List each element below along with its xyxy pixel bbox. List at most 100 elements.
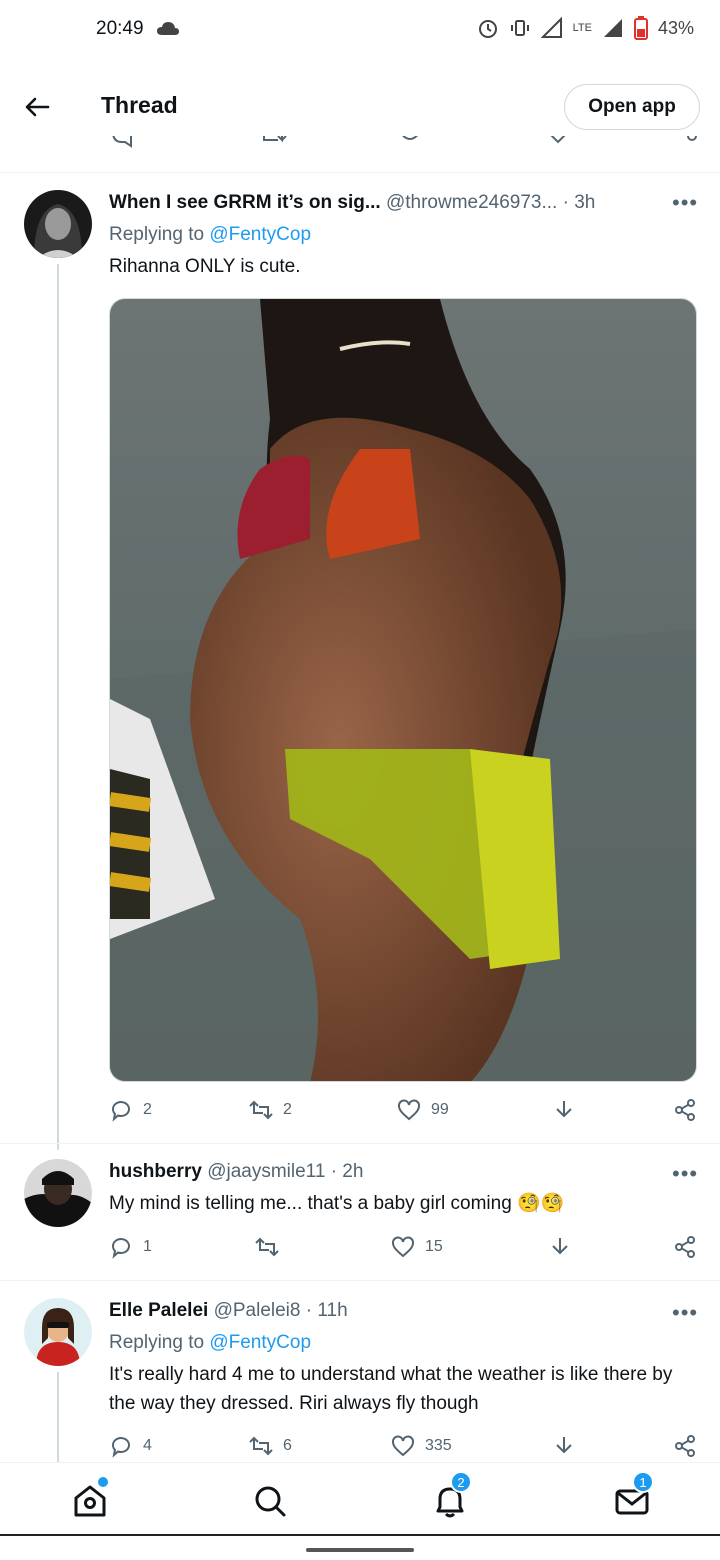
bottom-navigation: 2 1 <box>0 1462 720 1534</box>
retweet-button[interactable]: 2 <box>249 1098 292 1122</box>
back-arrow-icon[interactable] <box>22 92 52 122</box>
reply-icon[interactable] <box>110 136 134 150</box>
open-app-button[interactable]: Open app <box>564 84 700 130</box>
download-icon <box>552 1238 568 1255</box>
share-icon[interactable] <box>674 136 698 150</box>
download-button[interactable] <box>552 1098 576 1122</box>
display-name[interactable]: hushberry <box>109 1161 202 1182</box>
reply-count: 4 <box>143 1437 152 1454</box>
retweet-count: 6 <box>283 1437 292 1454</box>
retweet-button[interactable]: 6 <box>249 1434 292 1458</box>
tweet[interactable]: hushberry @jaaysmile11 · 2h ••• My mind … <box>0 1143 720 1280</box>
display-name[interactable]: Elle Palelei <box>109 1300 208 1321</box>
display-name[interactable]: When I see GRRM it’s on sig... <box>109 192 381 213</box>
replying-to-handle[interactable]: @FentyCop <box>209 1332 311 1353</box>
signal-icon-2 <box>603 19 622 37</box>
battery-level: 43% <box>657 17 694 38</box>
tweet[interactable]: Elle Palelei @Palelei8 · 11h ••• Replyin… <box>0 1280 720 1462</box>
chevron-down-icon[interactable] <box>546 136 570 148</box>
more-options-icon[interactable]: ••• <box>672 1300 698 1326</box>
thread-line <box>57 1372 59 1462</box>
retweet-icon[interactable] <box>262 136 288 150</box>
like-count: 15 <box>425 1238 443 1255</box>
like-button[interactable]: 99 <box>397 1098 449 1122</box>
tweet-actions: 2 2 99 <box>109 1098 699 1128</box>
reply-button[interactable]: 2 <box>109 1098 152 1122</box>
tweet-actions: 1 15 <box>109 1235 699 1265</box>
download-icon <box>556 1437 572 1454</box>
reply-count: 2 <box>143 1101 152 1118</box>
reply-count: 1 <box>143 1238 152 1255</box>
battery-icon <box>633 16 648 40</box>
like-count: 335 <box>425 1437 452 1454</box>
tweet-text: It's really hard 4 me to understand what… <box>109 1364 673 1414</box>
reply-icon <box>112 1437 130 1458</box>
home-icon[interactable] <box>70 1477 110 1521</box>
reply-icon <box>112 1238 130 1259</box>
tweet-actions: 4 6 335 <box>109 1434 699 1464</box>
like-button[interactable]: 335 <box>391 1434 452 1458</box>
previous-tweet-actions <box>0 136 720 156</box>
status-bar: 20:49 LTE 43% <box>0 0 720 60</box>
avatar[interactable] <box>24 190 92 258</box>
tweet-header: Elle Palelei @Palelei8 · 11h <box>109 1300 348 1322</box>
search-icon[interactable] <box>250 1481 290 1521</box>
heart-icon <box>392 1236 414 1258</box>
tweet-header: hushberry @jaaysmile11 · 2h <box>109 1161 363 1183</box>
gesture-home-bar[interactable] <box>306 1548 414 1552</box>
replying-to: Replying to @FentyCop <box>109 1332 311 1354</box>
alarm-icon <box>478 20 497 38</box>
page-title: Thread <box>101 92 178 118</box>
avatar[interactable] <box>24 1159 92 1227</box>
messages-envelope-icon[interactable]: 1 <box>612 1471 654 1521</box>
heart-icon <box>398 1099 420 1121</box>
share-icon <box>675 1435 695 1457</box>
replying-to-label: Replying to <box>109 224 205 245</box>
retweet-count: 2 <box>283 1101 292 1118</box>
retweet-icon <box>249 1100 273 1120</box>
more-options-icon[interactable]: ••• <box>672 1161 698 1187</box>
tweet-text: My mind is telling me... that's a baby g… <box>109 1193 565 1214</box>
notifications-bell-icon[interactable]: 2 <box>430 1471 472 1521</box>
network-type: LTE <box>572 22 592 34</box>
tweet[interactable]: When I see GRRM it’s on sig... @throwme2… <box>0 172 720 1150</box>
status-time: 20:49 <box>96 18 144 39</box>
app-bar: Thread Open app <box>0 66 720 146</box>
like-button[interactable]: 15 <box>391 1235 443 1259</box>
signal-icon <box>540 17 562 38</box>
timestamp[interactable]: · 3h <box>563 192 596 213</box>
notifications-badge: 2 <box>450 1471 472 1493</box>
username[interactable]: @throwme246973... <box>386 192 557 213</box>
heart-icon <box>392 1435 414 1457</box>
timestamp[interactable]: · 2h <box>331 1161 364 1182</box>
download-button[interactable] <box>552 1434 576 1458</box>
replying-to: Replying to @FentyCop <box>109 224 311 246</box>
vibrate-icon <box>510 20 529 36</box>
status-indicators: LTE 43% <box>477 16 694 40</box>
download-button[interactable] <box>548 1235 572 1259</box>
reply-icon <box>112 1101 130 1122</box>
tweet-photo[interactable] <box>109 298 697 1082</box>
reply-button[interactable]: 1 <box>109 1235 152 1259</box>
username[interactable]: @Palelei8 <box>214 1300 301 1321</box>
avatar[interactable] <box>24 1298 92 1366</box>
messages-badge: 1 <box>632 1471 654 1493</box>
replying-to-label: Replying to <box>109 1332 205 1353</box>
username[interactable]: @jaaysmile11 <box>207 1161 325 1182</box>
like-count: 99 <box>431 1101 449 1118</box>
replying-to-handle[interactable]: @FentyCop <box>209 224 311 245</box>
retweet-button[interactable] <box>255 1235 289 1259</box>
timestamp[interactable]: · 11h <box>306 1300 348 1321</box>
like-icon[interactable] <box>398 136 422 148</box>
download-icon <box>556 1101 572 1118</box>
thread-line <box>57 264 59 1150</box>
retweet-icon <box>255 1237 279 1257</box>
share-button[interactable] <box>673 1098 697 1122</box>
reply-button[interactable]: 4 <box>109 1434 152 1458</box>
more-options-icon[interactable]: ••• <box>672 190 698 216</box>
share-icon <box>675 1236 695 1258</box>
share-button[interactable] <box>673 1235 697 1259</box>
tweet-text: Rihanna ONLY is cute. <box>109 256 301 277</box>
retweet-icon <box>249 1436 273 1456</box>
share-button[interactable] <box>673 1434 697 1458</box>
